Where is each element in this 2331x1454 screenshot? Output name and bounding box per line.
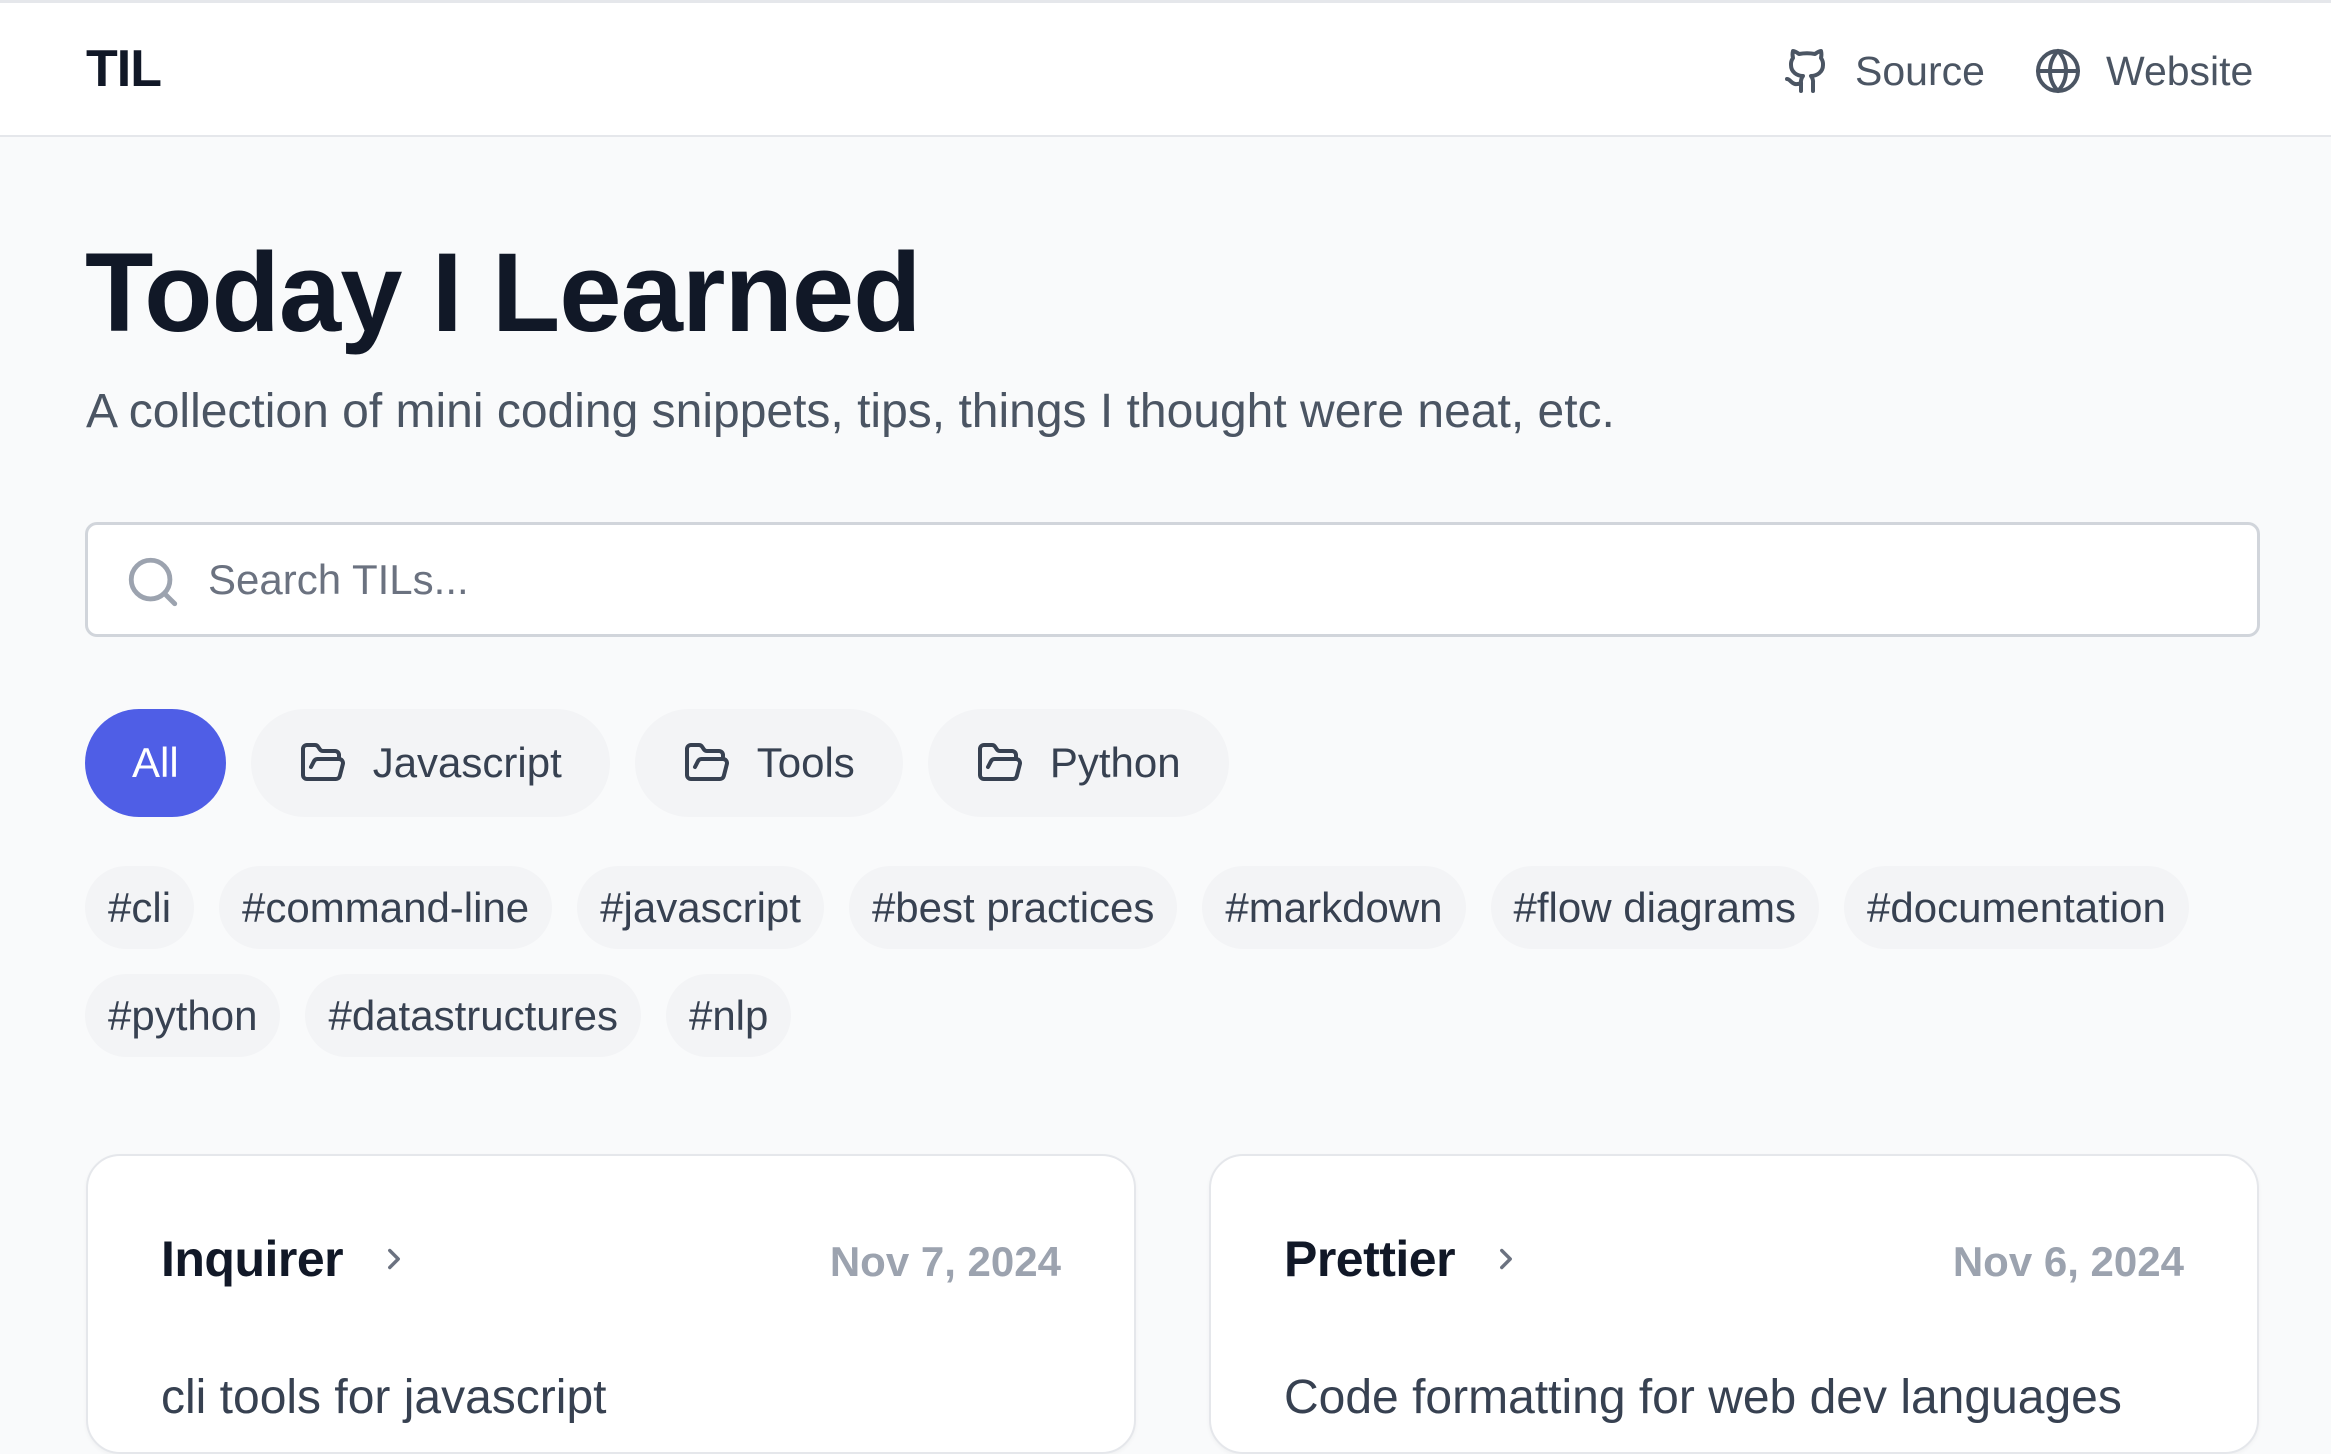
tag-chip[interactable]: #documentation <box>1844 866 2189 949</box>
website-link[interactable]: Website <box>2034 43 2253 99</box>
chevron-right-icon <box>388 1248 401 1270</box>
top-navbar: TIL Source Website <box>0 0 2331 137</box>
website-link-label: Website <box>2106 47 2254 94</box>
tag-chip[interactable]: #javascript <box>577 866 824 949</box>
category-tools-button[interactable]: Tools <box>634 709 903 817</box>
card-title-link[interactable]: Inquirer <box>161 1230 411 1288</box>
globe-icon <box>2036 49 2080 93</box>
tag-chip[interactable]: #flow diagrams <box>1490 866 1819 949</box>
category-label: Python <box>1049 739 1181 786</box>
tag-list: #python #datastructures #nlp <box>85 974 792 1057</box>
card-description: Code formatting for web dev languages <box>1284 1371 2122 1424</box>
til-card[interactable]: Inquirer Nov 7, 2024 cli tools for javas… <box>86 1154 1136 1454</box>
brand-logo[interactable]: TIL <box>86 39 162 99</box>
page-title: Today I Learned <box>85 230 922 355</box>
tag-chip[interactable]: #command-line <box>219 866 553 949</box>
search-box[interactable] <box>85 522 2260 637</box>
card-date: Nov 6, 2024 <box>1952 1238 2184 1285</box>
tag-chip[interactable]: #datastructures <box>305 974 641 1057</box>
tag-chip[interactable]: #cli <box>85 866 195 949</box>
github-icon <box>1785 49 1826 93</box>
category-label: Javascript <box>372 739 562 786</box>
folder-open-icon <box>684 743 729 781</box>
card-description: cli tools for javascript <box>161 1371 607 1424</box>
tag-chip[interactable]: #markdown <box>1202 866 1466 949</box>
category-filters: All Javascript Tools Python <box>85 709 1229 817</box>
tag-chip[interactable]: #nlp <box>665 974 792 1057</box>
category-label: Tools <box>756 739 855 786</box>
til-card[interactable]: Prettier Nov 6, 2024 Code formatting for… <box>1209 1154 2259 1454</box>
tag-list: #cli #command-line #javascript #best pra… <box>85 866 2189 949</box>
source-link-label: Source <box>1855 47 1985 94</box>
search-icon <box>128 557 178 607</box>
tag-chip[interactable]: #best practices <box>848 866 1178 949</box>
folder-open-icon <box>300 743 345 781</box>
folder-open-icon <box>977 743 1022 781</box>
card-date: Nov 7, 2024 <box>829 1238 1061 1285</box>
category-python-button[interactable]: Python <box>927 709 1229 817</box>
category-javascript-button[interactable]: Javascript <box>250 709 610 817</box>
category-all-button[interactable]: All <box>85 709 226 817</box>
tag-chip[interactable]: #python <box>85 974 281 1057</box>
page-subtitle: A collection of mini coding snippets, ti… <box>86 385 1615 438</box>
category-label: All <box>132 739 179 786</box>
card-title: Prettier <box>1284 1231 1456 1287</box>
source-link[interactable]: Source <box>1783 43 1985 99</box>
card-title: Inquirer <box>161 1231 344 1287</box>
chevron-right-icon <box>1500 1248 1513 1270</box>
search-input[interactable] <box>208 535 2238 625</box>
card-title-link[interactable]: Prettier <box>1284 1230 1523 1288</box>
